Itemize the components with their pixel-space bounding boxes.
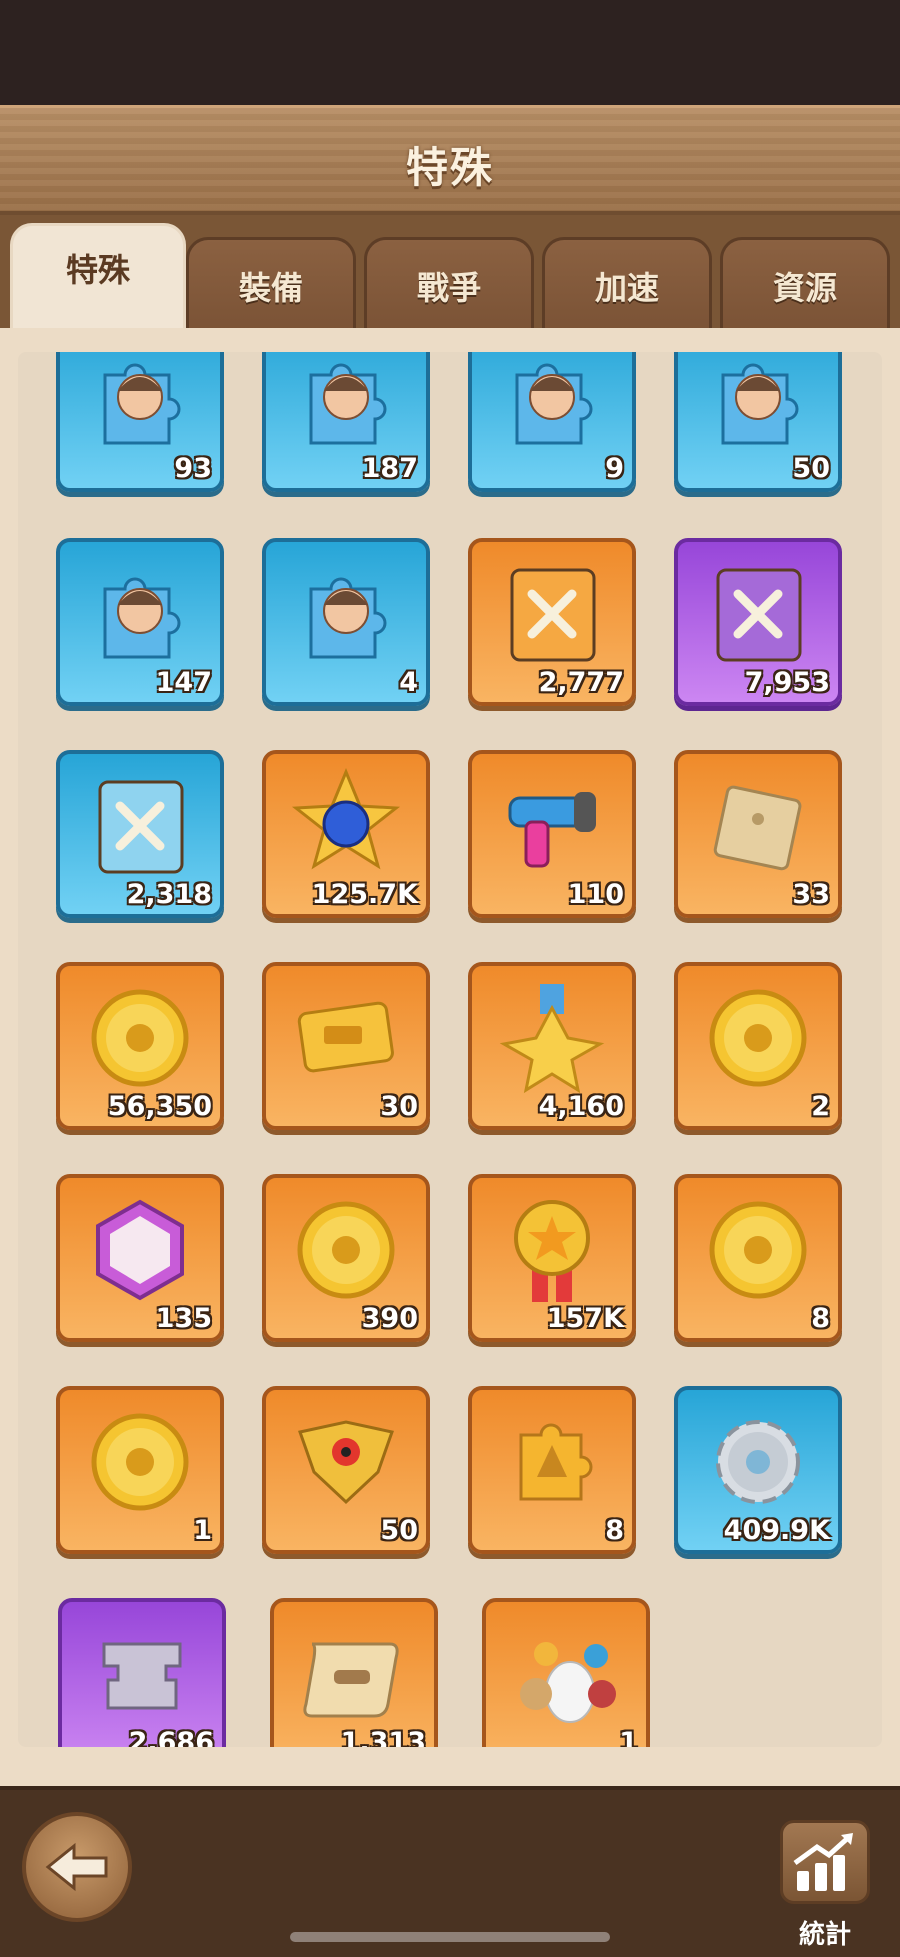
chart-up-icon <box>793 1833 853 1891</box>
flask-coin-icon <box>82 1404 198 1524</box>
item-tile[interactable]: 4,160 <box>468 962 636 1130</box>
page-header: 特殊 <box>0 105 900 215</box>
item-tile[interactable]: 1 <box>56 1386 224 1554</box>
item-count: 390 <box>361 1303 418 1334</box>
item-tile[interactable]: 1 <box>482 1598 650 1747</box>
item-count: 2,777 <box>538 667 624 698</box>
item-tile[interactable]: 7,953 <box>674 538 842 706</box>
tank-scroll-icon <box>294 1614 414 1738</box>
back-button[interactable] <box>22 1812 132 1922</box>
stats-button[interactable] <box>780 1820 870 1904</box>
item-tile[interactable]: 110 <box>468 750 636 918</box>
item-tile[interactable]: 8 <box>674 1174 842 1342</box>
item-count: 50 <box>792 453 830 484</box>
tab-speedup[interactable]: 加速 <box>542 237 712 330</box>
item-count: 135 <box>155 1303 212 1334</box>
stats-label: 統計 <box>798 1920 851 1950</box>
item-tile[interactable]: 50 <box>262 1386 430 1554</box>
item-tile[interactable]: 9 <box>468 352 636 492</box>
purple-skill-book-icon <box>698 554 818 678</box>
pet-group-icon <box>506 1614 626 1738</box>
item-tile[interactable]: 1,313 <box>270 1598 438 1747</box>
item-tile[interactable]: 2,686 <box>58 1598 226 1747</box>
item-tile[interactable]: 30 <box>262 962 430 1130</box>
tab-bar: 特殊 裝備 戰爭 加速 資源 <box>0 215 900 335</box>
item-count: 7,953 <box>744 667 830 698</box>
item-tile[interactable]: 125.7K <box>262 750 430 918</box>
item-count: 110 <box>567 879 624 910</box>
item-tile[interactable]: 93 <box>56 352 224 492</box>
tree-puzzle-icon <box>497 1407 607 1521</box>
orange-skill-book-icon <box>492 554 612 678</box>
tab-equipment[interactable]: 裝備 <box>186 237 356 330</box>
water-gun-icon <box>492 766 612 890</box>
item-tile[interactable]: 390 <box>262 1174 430 1342</box>
eye-emblem-icon <box>286 1402 406 1526</box>
gear-icon <box>699 1403 817 1525</box>
item-count: 33 <box>792 879 830 910</box>
item-count: 2,686 <box>128 1727 214 1747</box>
item-count: 125.7K <box>311 879 418 910</box>
tab-resources[interactable]: 資源 <box>720 237 890 330</box>
item-tile[interactable]: 8 <box>468 1386 636 1554</box>
skull-coin-icon <box>700 980 816 1100</box>
item-count: 2,318 <box>126 879 212 910</box>
status-bar <box>0 0 900 110</box>
star-medal-icon <box>492 978 612 1102</box>
item-count: 1,313 <box>340 1727 426 1747</box>
wrench-coin-icon <box>700 1192 816 1312</box>
anvil-icon <box>84 1616 200 1736</box>
hero-puzzle-bearded-man-icon <box>497 352 607 459</box>
item-count: 56,350 <box>107 1091 212 1122</box>
item-count: 1 <box>193 1515 212 1546</box>
hero-puzzle-redhead-woman-icon <box>291 559 401 673</box>
item-tile[interactable]: 56,350 <box>56 962 224 1130</box>
hero-puzzle-old-man-icon <box>703 352 813 459</box>
star-ribbon-medal-icon <box>492 1190 612 1314</box>
item-count: 4 <box>399 667 418 698</box>
item-count: 9 <box>605 453 624 484</box>
swords-coin-icon <box>82 980 198 1100</box>
item-tile[interactable]: 2,318 <box>56 750 224 918</box>
item-count: 8 <box>605 1515 624 1546</box>
item-tile[interactable]: 2,777 <box>468 538 636 706</box>
clover-coin-icon <box>288 1192 404 1312</box>
hero-puzzle-woman-dark-hair-icon <box>85 352 195 459</box>
item-count: 157K <box>546 1303 624 1334</box>
page-title: 特殊 <box>405 143 494 192</box>
item-count: 187 <box>361 453 418 484</box>
item-count: 2 <box>811 1091 830 1122</box>
items-scroll-area[interactable]: 93 187 9 50 147 4 2,777 7,953 2,318 125.7K 110 33 56… <box>18 352 882 1747</box>
rank-badge-icon <box>82 1192 198 1312</box>
truck-ticket-icon <box>286 978 406 1102</box>
item-count: 8 <box>811 1303 830 1334</box>
star-badge-orb-icon <box>286 766 406 890</box>
bottom-bar: 統計 <box>0 1786 900 1957</box>
item-tile[interactable]: 187 <box>262 352 430 492</box>
item-tile[interactable]: 135 <box>56 1174 224 1342</box>
item-count: 30 <box>380 1091 418 1122</box>
back-arrow-icon <box>45 1842 108 1892</box>
envelope-icon <box>703 771 813 885</box>
item-tile[interactable]: 33 <box>674 750 842 918</box>
item-tile[interactable]: 147 <box>56 538 224 706</box>
item-tile[interactable]: 2 <box>674 962 842 1130</box>
item-tile[interactable]: 50 <box>674 352 842 492</box>
item-tile[interactable]: 157K <box>468 1174 636 1342</box>
item-tile[interactable]: 409.9K <box>674 1386 842 1554</box>
items-panel: 93 187 9 50 147 4 2,777 7,953 2,318 125.7K 110 33 56… <box>0 328 900 1786</box>
home-indicator[interactable] <box>290 1932 610 1942</box>
item-count: 147 <box>155 667 212 698</box>
tab-war[interactable]: 戰爭 <box>364 237 534 330</box>
item-count: 93 <box>174 453 212 484</box>
item-count: 4,160 <box>538 1091 624 1122</box>
item-count: 409.9K <box>723 1515 830 1546</box>
blue-skill-book-icon <box>80 766 200 890</box>
tab-special[interactable]: 特殊 <box>10 223 186 335</box>
item-tile[interactable]: 4 <box>262 538 430 706</box>
item-count: 50 <box>380 1515 418 1546</box>
item-count: 1 <box>619 1727 638 1747</box>
hero-puzzle-brawler-icon <box>291 352 401 459</box>
hero-puzzle-blonde-woman-icon <box>85 559 195 673</box>
